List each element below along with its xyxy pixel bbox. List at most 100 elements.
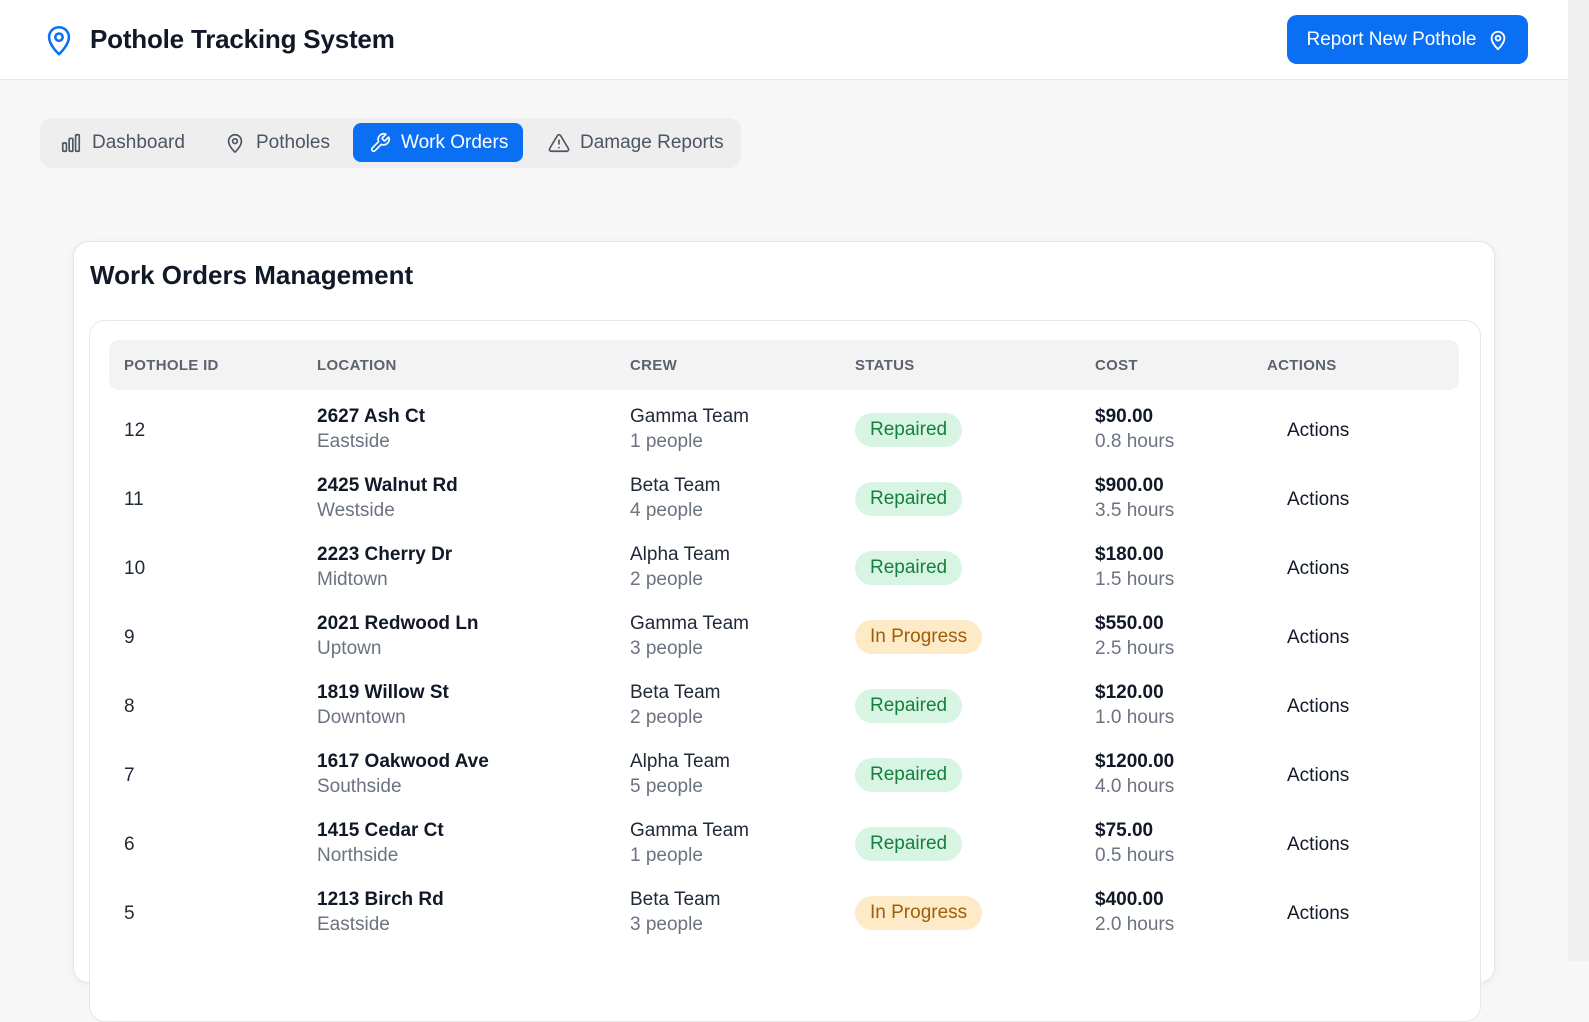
location-area: Midtown xyxy=(317,569,388,590)
tab-label: Damage Reports xyxy=(580,131,724,153)
pothole-id: 9 xyxy=(124,627,135,648)
cost-amount: $400.00 xyxy=(1095,889,1164,910)
pothole-id: 8 xyxy=(124,696,135,717)
page-title: Work Orders Management xyxy=(90,260,414,290)
wrench-icon xyxy=(370,132,390,152)
crew-name: Beta Team xyxy=(630,889,721,910)
tab-dashboard[interactable]: Dashboard xyxy=(60,123,185,162)
cost-amount: $75.00 xyxy=(1095,820,1154,841)
location-address: 2627 Ash Ct xyxy=(317,406,426,427)
column-header-crew[interactable]: CREW xyxy=(630,357,677,374)
tab-potholes[interactable]: Potholes xyxy=(224,123,330,162)
report-button-label: Report New Pothole xyxy=(1306,28,1477,50)
location-address: 1213 Birch Rd xyxy=(317,889,444,910)
actions-button[interactable]: Actions xyxy=(1287,627,1349,649)
location-area: Northside xyxy=(317,845,399,866)
location-address: 1415 Cedar Ct xyxy=(317,820,444,841)
app-header: Pothole Tracking System Report New Potho… xyxy=(0,0,1568,80)
crew-size: 5 people xyxy=(630,776,703,797)
tab-damage-reports[interactable]: Damage Reports xyxy=(548,123,724,162)
status-badge: In Progress xyxy=(855,896,983,930)
pothole-id: 5 xyxy=(124,903,135,924)
crew-size: 2 people xyxy=(630,569,703,590)
crew-size: 4 people xyxy=(630,500,703,521)
cost-hours: 0.5 hours xyxy=(1095,845,1175,866)
cost-hours: 4.0 hours xyxy=(1095,776,1175,797)
location-area: Eastside xyxy=(317,914,390,935)
location-area: Southside xyxy=(317,776,402,797)
cost-hours: 0.8 hours xyxy=(1095,431,1175,452)
tab-label: Work Orders xyxy=(401,131,509,153)
cost-amount: $180.00 xyxy=(1095,544,1164,565)
actions-button[interactable]: Actions xyxy=(1287,420,1349,442)
location-area: Downtown xyxy=(317,707,406,728)
crew-name: Gamma Team xyxy=(630,406,749,427)
table-row[interactable]: 5 1213 Birch Rd Eastside Beta Team 3 people I… xyxy=(90,874,1480,943)
actions-button[interactable]: Actions xyxy=(1287,696,1349,718)
column-header-status[interactable]: STATUS xyxy=(855,357,915,374)
table-row[interactable]: 6 1415 Cedar Ct Northside Gamma Team 1 peopl… xyxy=(90,805,1480,874)
status-badge: Repaired xyxy=(855,689,963,723)
crew-size: 1 people xyxy=(630,431,703,452)
table-row[interactable]: 9 2021 Redwood Ln Uptown Gamma Team 3 people… xyxy=(90,598,1480,667)
nav-tabs: Dashboard Potholes Work Orders Damage Re… xyxy=(40,118,741,168)
cost-hours: 1.5 hours xyxy=(1095,569,1175,590)
status-badge: Repaired xyxy=(855,551,963,585)
pothole-id: 7 xyxy=(124,765,135,786)
crew-size: 1 people xyxy=(630,845,703,866)
status-badge: Repaired xyxy=(855,413,963,447)
map-pin-icon xyxy=(227,133,243,153)
actions-button[interactable]: Actions xyxy=(1287,765,1349,787)
location-address: 2021 Redwood Ln xyxy=(317,613,479,634)
cost-amount: $120.00 xyxy=(1095,682,1164,703)
cost-amount: $550.00 xyxy=(1095,613,1164,634)
status-badge: Repaired xyxy=(855,758,963,792)
scrollbar-track[interactable] xyxy=(1568,0,1589,961)
cost-hours: 2.5 hours xyxy=(1095,638,1175,659)
pothole-id: 12 xyxy=(124,420,146,441)
pothole-id: 11 xyxy=(124,489,144,510)
tab-label: Potholes xyxy=(256,131,330,153)
table-row[interactable]: 7 1617 Oakwood Ave Southside Alpha Team 5 pe… xyxy=(90,736,1480,805)
location-address: 1819 Willow St xyxy=(317,682,449,703)
location-address: 2223 Cherry Dr xyxy=(317,544,453,565)
location-area: Uptown xyxy=(317,638,382,659)
column-header-location[interactable]: LOCATION xyxy=(317,357,397,374)
location-area: Westside xyxy=(317,500,395,521)
cost-amount: $1200.00 xyxy=(1095,751,1175,772)
pothole-id: 10 xyxy=(124,558,146,579)
cost-amount: $900.00 xyxy=(1095,475,1164,496)
column-header-cost[interactable]: COST xyxy=(1095,357,1138,374)
location-address: 1617 Oakwood Ave xyxy=(317,751,489,772)
status-badge: Repaired xyxy=(855,482,963,516)
actions-button[interactable]: Actions xyxy=(1287,558,1349,580)
column-header-pothole-id[interactable]: POTHOLE ID xyxy=(124,357,219,374)
actions-button[interactable]: Actions xyxy=(1287,834,1349,856)
crew-size: 2 people xyxy=(630,707,703,728)
work-orders-card: Work Orders Management POTHOLE ID LOCATI… xyxy=(73,241,1495,1022)
tab-work-orders[interactable]: Work Orders xyxy=(353,123,523,162)
table-header: POTHOLE ID LOCATION CREW STATUS COST ACT… xyxy=(109,340,1459,390)
actions-button[interactable]: Actions xyxy=(1287,489,1349,511)
table-row[interactable]: 11 2425 Walnut Rd Westside Beta Team 4 peopl… xyxy=(90,460,1480,529)
location-address: 2425 Walnut Rd xyxy=(317,475,458,496)
bar-chart-icon xyxy=(61,133,81,152)
map-pin-icon xyxy=(47,25,71,56)
tab-label: Dashboard xyxy=(92,131,185,153)
report-new-pothole-button[interactable]: Report New Pothole xyxy=(1287,15,1528,64)
table-row[interactable]: 10 2223 Cherry Dr Midtown Alpha Team 2 peopl… xyxy=(90,529,1480,598)
crew-name: Gamma Team xyxy=(630,820,749,841)
app-title: Pothole Tracking System xyxy=(90,24,395,54)
table-row[interactable]: 12 2627 Ash Ct Eastside Gamma Team 1 people R… xyxy=(90,391,1480,460)
location-area: Eastside xyxy=(317,431,390,452)
table-row[interactable]: 8 1819 Willow St Downtown Beta Team 2 people… xyxy=(90,667,1480,736)
crew-name: Alpha Team xyxy=(630,544,730,565)
column-header-actions: ACTIONS xyxy=(1267,357,1337,374)
status-badge: In Progress xyxy=(855,620,983,654)
cost-hours: 2.0 hours xyxy=(1095,914,1175,935)
actions-button[interactable]: Actions xyxy=(1287,903,1349,925)
work-orders-table: POTHOLE ID LOCATION CREW STATUS COST ACT… xyxy=(89,320,1481,1022)
crew-name: Gamma Team xyxy=(630,613,749,634)
crew-size: 3 people xyxy=(630,638,703,659)
crew-name: Beta Team xyxy=(630,682,721,703)
